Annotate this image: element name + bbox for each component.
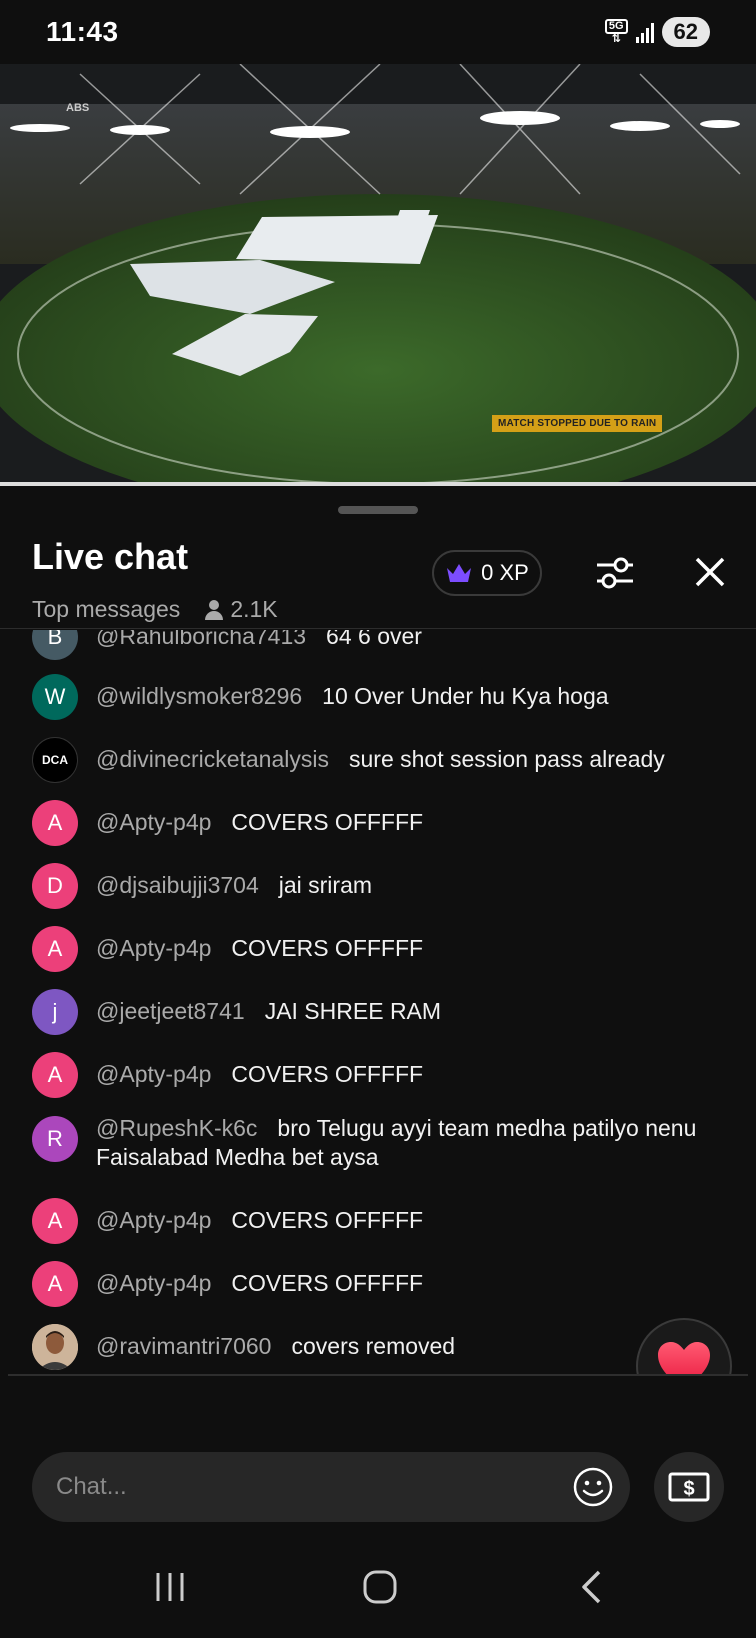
- video-caption: MATCH STOPPED DUE TO RAIN: [492, 415, 663, 432]
- user-photo-icon: [32, 1324, 78, 1370]
- svg-text:$: $: [683, 1478, 694, 1500]
- crown-icon: [447, 564, 472, 582]
- home-icon: [363, 1570, 397, 1604]
- chat-settings-button[interactable]: [594, 552, 636, 594]
- avatar: B: [32, 630, 78, 660]
- close-icon: [695, 557, 725, 587]
- status-time: 11:43: [46, 16, 119, 47]
- smiley-icon: [573, 1467, 613, 1507]
- avatar: A: [32, 1198, 78, 1244]
- sliders-icon: [597, 557, 633, 589]
- close-chat-button[interactable]: [690, 552, 730, 592]
- message-author[interactable]: @Rahulboricha7413: [96, 630, 306, 649]
- message-author[interactable]: @Apty-p4p: [96, 809, 211, 835]
- battery-indicator: 62: [661, 17, 710, 47]
- avatar: D: [32, 863, 78, 909]
- chat-input-area: $: [0, 1374, 756, 1536]
- message-text: COVERS OFFFFF: [231, 935, 424, 961]
- message-text: 64 6 over: [326, 630, 422, 649]
- avatar: j: [32, 989, 78, 1035]
- avatar: A: [32, 1052, 78, 1098]
- message-author[interactable]: @djsaibujji3704: [96, 872, 259, 898]
- home-button[interactable]: [350, 1564, 410, 1610]
- message-text: 10 Over Under hu Kya hoga: [322, 683, 609, 709]
- channel-logo: ABS: [66, 102, 90, 114]
- system-nav-bar: [0, 1536, 756, 1638]
- emoji-button[interactable]: [572, 1466, 614, 1508]
- message-author[interactable]: @Apty-p4p: [96, 1270, 211, 1296]
- chat-input-container[interactable]: [32, 1452, 630, 1522]
- super-chat-button[interactable]: $: [654, 1452, 724, 1522]
- video-player[interactable]: ABS MATCH STOPPED DUE TO RAIN: [0, 64, 756, 486]
- message-author[interactable]: @jeetjeet8741: [96, 998, 245, 1024]
- network-5g-icon: 5G ⇅: [604, 19, 628, 45]
- back-button[interactable]: [562, 1564, 622, 1610]
- xp-label: 0 XP: [481, 560, 529, 585]
- person-icon: [204, 599, 224, 620]
- chat-title: Live chat: [32, 536, 189, 577]
- header-divider: [0, 628, 756, 629]
- recent-apps-icon: [156, 1573, 184, 1601]
- message-author[interactable]: @wildlysmoker8296: [96, 683, 302, 709]
- xp-button[interactable]: 0 XP: [432, 550, 542, 596]
- avatar: A: [32, 1261, 78, 1307]
- chat-mode-label[interactable]: Top messages: [32, 596, 180, 623]
- message-author[interactable]: @Apty-p4p: [96, 935, 211, 961]
- message-text: COVERS OFFFFF: [231, 1270, 424, 1296]
- viewer-count-value: 2.1K: [230, 596, 278, 622]
- avatar: R: [32, 1116, 78, 1162]
- message-author[interactable]: @ravimantri7060: [96, 1333, 271, 1359]
- message-author[interactable]: @Apty-p4p: [96, 1061, 211, 1087]
- chat-message-list[interactable]: B @Rahulboricha7413 64 6 over W @wildlysm…: [0, 630, 756, 1374]
- viewer-count: 2.1K: [204, 596, 278, 623]
- message-text: sure shot session pass already: [349, 746, 665, 772]
- avatar: DCA: [32, 737, 78, 783]
- drag-handle[interactable]: [338, 506, 418, 514]
- avatar: W: [32, 674, 78, 720]
- message-author[interactable]: @divinecricketanalysis: [96, 746, 329, 772]
- message-text: covers removed: [291, 1333, 456, 1359]
- avatar: A: [32, 800, 78, 846]
- message-author[interactable]: @Apty-p4p: [96, 1207, 211, 1233]
- back-icon: [582, 1570, 601, 1604]
- message-text: COVERS OFFFFF: [231, 1061, 424, 1087]
- message-text: COVERS OFFFFF: [231, 1207, 424, 1233]
- message-author[interactable]: @RupeshK-k6c: [96, 1115, 257, 1141]
- status-bar: 11:43 5G ⇅ 62: [0, 0, 756, 64]
- chat-subheader: Top messages 2.1K: [32, 596, 278, 623]
- signal-strength-icon: [635, 21, 654, 43]
- status-icons: 5G ⇅ 62: [604, 17, 710, 47]
- recent-apps-button[interactable]: [140, 1564, 200, 1610]
- message-text: jai sriram: [278, 872, 373, 898]
- money-icon: $: [668, 1472, 710, 1502]
- input-divider: [8, 1374, 748, 1376]
- avatar: A: [32, 926, 78, 972]
- message-text: JAI SHREE RAM: [264, 998, 442, 1024]
- message-text: COVERS OFFFFF: [231, 809, 424, 835]
- avatar-photo: [32, 1324, 78, 1370]
- chat-input[interactable]: [56, 1452, 526, 1522]
- chat-header: Live chat Top messages 2.1K 0 XP: [0, 530, 756, 642]
